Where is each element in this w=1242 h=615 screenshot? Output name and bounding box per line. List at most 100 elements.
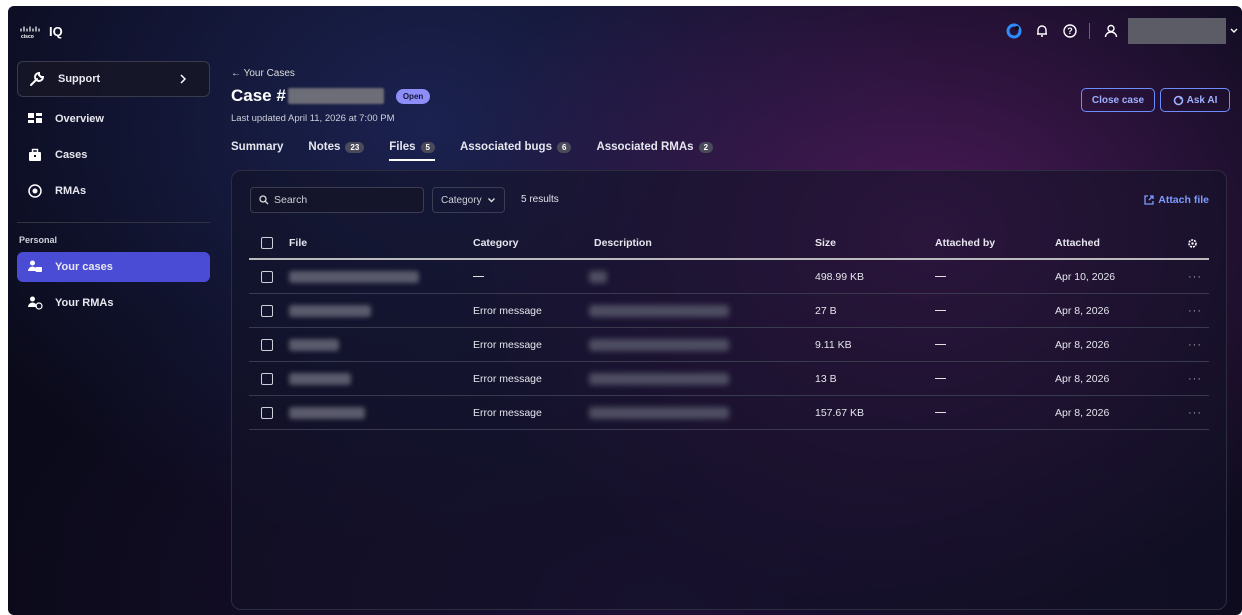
ai-assistant-icon[interactable] [1001,18,1027,44]
user-rma-icon [28,296,43,310]
sidebar-divider [17,222,210,223]
back-to-cases-link[interactable]: ← Your Cases [231,68,295,79]
rma-exchange-icon [28,184,42,198]
checkbox-box [261,338,273,351]
ask-ai-button[interactable]: Ask AI [1160,88,1230,112]
cisco-wordmark: cisco [21,34,34,39]
file-name-redacted[interactable] [289,294,371,327]
sidebar-section-personal: Personal [19,235,58,245]
chevron-down-icon [487,197,495,202]
select-all-checkbox[interactable] [261,228,273,258]
user-case-icon [28,260,42,272]
app-window: cisco IQ ? Support Overview Cases RMAs P… [8,6,1242,615]
tab-summary[interactable]: Summary [231,137,283,157]
attached-date: Apr 10, 2026 [1055,270,1116,283]
attached-date: Apr 8, 2026 [1055,304,1110,317]
brand-logo[interactable]: cisco IQ [19,24,63,39]
file-size: 9.11 KB [815,338,852,351]
file-name-redacted[interactable] [289,260,419,293]
table-row[interactable]: Error message 13 B Apr 8, 2026 ··· [249,362,1209,396]
attach-file-button[interactable]: Attach file [1144,194,1209,206]
sidebar-item-label: RMAs [55,185,87,197]
checkbox-box [261,237,273,249]
row-checkbox[interactable] [261,294,273,327]
tab-files[interactable]: Files 5 [389,137,435,161]
file-name-redacted[interactable] [289,396,365,429]
file-size: 498.99 KB [815,270,865,283]
sidebar-item-overview[interactable]: Overview [17,101,210,137]
user-icon[interactable] [1098,18,1124,44]
sidebar-item-label: Your cases [55,261,113,273]
column-header-size[interactable]: Size [815,228,836,258]
close-case-button[interactable]: Close case [1081,88,1155,112]
description-redacted [589,260,607,293]
attach-file-label: Attach file [1158,194,1209,206]
attached-date: Apr 8, 2026 [1055,406,1110,419]
tab-label: Notes [308,141,341,153]
file-name-redacted[interactable] [289,328,339,361]
tab-label: Associated bugs [459,141,552,153]
sidebar-item-support[interactable]: Support [17,61,210,97]
row-more-menu[interactable]: ··· [1188,294,1202,327]
attached-date: Apr 8, 2026 [1055,372,1110,385]
table-row[interactable]: 498.99 KB Apr 10, 2026 ··· [249,260,1209,294]
table-header: File Category Description Size Attached … [249,228,1209,260]
sidebar-item-cases[interactable]: Cases [17,137,210,173]
category-filter-dropdown[interactable]: Category [432,187,505,213]
file-name-redacted[interactable] [289,362,351,395]
row-more-menu[interactable]: ··· [1188,396,1202,429]
checkbox-box [261,372,273,385]
file-size: 27 B [815,304,837,317]
table-row[interactable]: Error message 157.67 KB Apr 8, 2026 ··· [249,396,1209,430]
column-header-attached-by[interactable]: Attached by [935,228,995,258]
table-row[interactable]: Error message 27 B Apr 8, 2026 ··· [249,294,1209,328]
row-checkbox[interactable] [261,328,273,361]
tab-label: Associated RMAs [596,141,694,153]
tab-associated-rmas[interactable]: Associated RMAs 2 [596,137,714,157]
product-name: IQ [49,24,63,39]
tab-label: Summary [231,141,284,153]
sidebar-item-label: Support [58,73,101,85]
sidebar-item-label: Cases [55,149,88,161]
tab-count-badge: 23 [345,141,365,153]
tab-notes[interactable]: Notes 23 [308,137,365,157]
column-settings-icon[interactable] [1187,228,1198,258]
row-more-menu[interactable]: ··· [1188,260,1202,293]
column-header-attached[interactable]: Attached [1055,228,1100,258]
row-checkbox[interactable] [261,260,273,293]
files-panel: Search Category 5 results Attach file Fi… [231,170,1227,610]
bell-icon[interactable] [1029,18,1055,44]
row-checkbox[interactable] [261,396,273,429]
chevron-down-icon[interactable] [1226,27,1242,35]
tab-label: Files [389,141,416,153]
attached-by-empty [935,396,946,429]
help-icon[interactable]: ? [1057,18,1083,44]
file-category: Error message [473,372,542,385]
search-placeholder: Search [274,194,308,206]
svg-text:?: ? [1067,26,1073,36]
tab-count-badge: 5 [420,141,435,153]
row-more-menu[interactable]: ··· [1188,362,1202,395]
file-category: Error message [473,406,542,419]
sidebar-item-label: Overview [55,113,104,125]
user-name-redacted[interactable] [1128,18,1226,44]
tab-associated-bugs[interactable]: Associated bugs 6 [459,137,572,157]
ask-ai-label: Ask AI [1186,94,1218,106]
attached-date: Apr 8, 2026 [1055,338,1110,351]
ai-spark-icon [1173,95,1183,105]
column-header-file[interactable]: File [289,228,307,258]
files-table: File Category Description Size Attached … [249,228,1209,430]
checkbox-box [261,406,273,419]
column-header-category[interactable]: Category [473,228,519,258]
search-input[interactable]: Search [250,187,424,213]
sidebar-item-your-rmas[interactable]: Your RMAs [17,285,210,321]
row-checkbox[interactable] [261,362,273,395]
checkbox-box [261,270,273,283]
file-category: Error message [473,338,542,351]
table-row[interactable]: Error message 9.11 KB Apr 8, 2026 ··· [249,328,1209,362]
sidebar-item-your-cases[interactable]: Your cases [17,252,210,282]
sidebar-item-rmas[interactable]: RMAs [17,173,210,209]
row-more-menu[interactable]: ··· [1188,328,1202,361]
column-header-description[interactable]: Description [594,228,652,258]
chevron-right-icon [180,74,187,84]
